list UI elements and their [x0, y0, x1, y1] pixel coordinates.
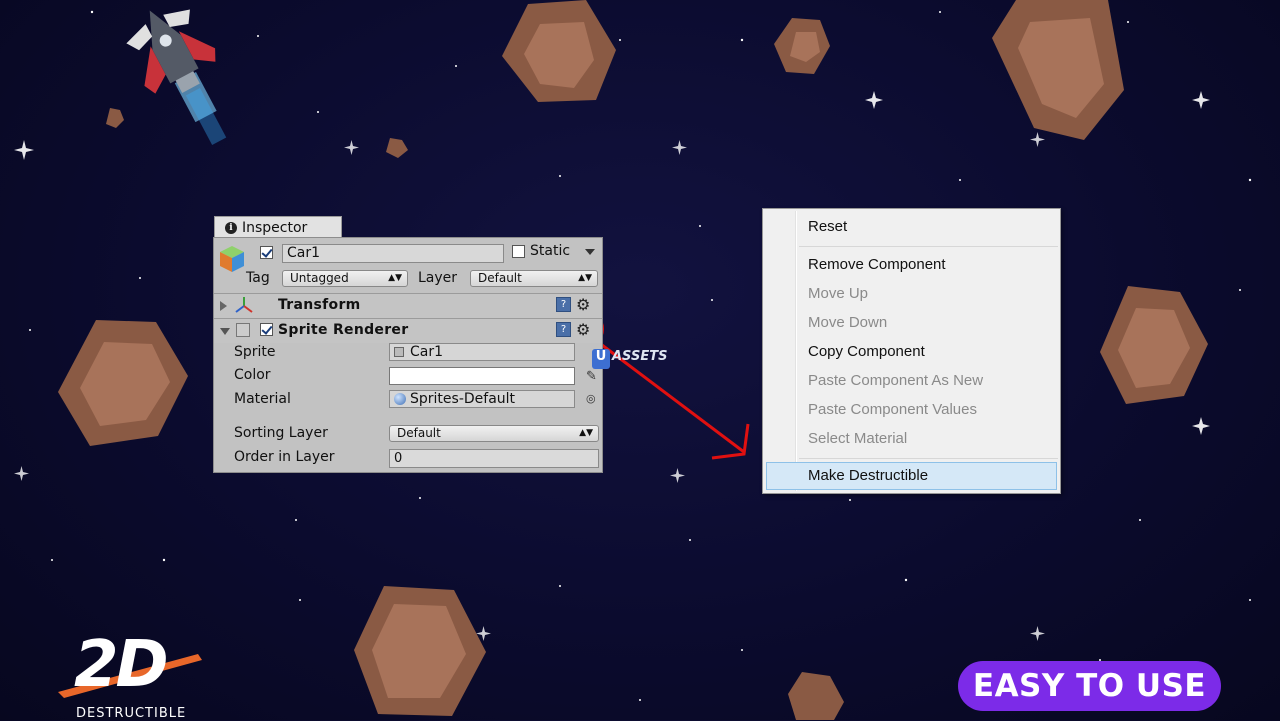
material-label: Material — [234, 391, 291, 407]
star — [1192, 91, 1210, 109]
menu-item-make-destructible[interactable]: Make Destructible — [808, 467, 928, 484]
star — [1030, 132, 1045, 147]
static-dropdown-arrow-icon[interactable] — [585, 249, 595, 255]
sprite-label: Sprite — [234, 344, 276, 360]
asteroid — [1100, 286, 1208, 404]
static-label: Static — [530, 243, 571, 259]
component-enabled-checkbox[interactable] — [260, 323, 273, 336]
transform-component-header[interactable]: Transform ? ⚙ — [214, 293, 602, 318]
sorting-layer-dropdown[interactable]: Default ▲▼ — [389, 425, 599, 442]
asteroid — [774, 18, 830, 74]
menu-separator — [799, 458, 1058, 459]
star — [865, 91, 883, 109]
menu-item-move-up[interactable]: Move Up — [808, 285, 868, 302]
gameobject-cube-icon — [220, 246, 244, 272]
sprite-renderer-title: Sprite Renderer — [278, 322, 409, 338]
foldout-collapsed-icon[interactable] — [220, 301, 227, 311]
menu-item-reset[interactable]: Reset — [808, 218, 847, 235]
order-in-layer-label: Order in Layer — [234, 449, 335, 465]
menu-separator — [799, 246, 1058, 247]
transform-axes-icon — [235, 297, 253, 313]
destructible-2d-logo: 2D — [74, 628, 169, 702]
asteroid — [788, 672, 844, 720]
asteroid — [354, 586, 486, 716]
eyedropper-icon[interactable]: ✎ — [586, 369, 597, 384]
transform-title: Transform — [278, 297, 361, 313]
star — [1192, 417, 1210, 435]
object-picker-icon[interactable]: ◎ — [586, 392, 596, 405]
menu-item-paste-component-values[interactable]: Paste Component Values — [808, 401, 977, 418]
star — [672, 140, 687, 155]
info-icon: i — [225, 221, 237, 234]
sprite-thumbnail-icon — [394, 347, 404, 357]
asteroid — [106, 108, 124, 128]
asteroid — [502, 0, 616, 102]
sprite-renderer-icon — [236, 323, 250, 337]
layer-dropdown[interactable]: Default ▲▼ — [470, 270, 598, 287]
menu-item-remove-component[interactable]: Remove Component — [808, 256, 946, 273]
star — [1030, 626, 1045, 641]
sorting-layer-value: Default — [397, 426, 441, 440]
asteroid — [386, 138, 408, 158]
star — [14, 466, 29, 481]
asteroid — [992, 0, 1124, 140]
spaceship — [126, 9, 227, 145]
sprite-renderer-component-header[interactable]: Sprite Renderer ? ⚙ — [214, 318, 602, 343]
object-name-field[interactable]: Car1 — [282, 244, 504, 263]
tag-value: Untagged — [290, 271, 349, 285]
sprite-field[interactable]: Car1 — [389, 343, 575, 361]
tab-inspector-label: Inspector — [242, 219, 308, 236]
menu-item-copy-component[interactable]: Copy Component — [808, 343, 925, 360]
static-checkbox[interactable] — [512, 245, 525, 258]
component-context-menu: Reset Remove Component Move Up Move Down… — [762, 208, 1061, 494]
menu-item-select-material[interactable]: Select Material — [808, 430, 907, 447]
updown-icon: ▲▼ — [388, 273, 402, 283]
gear-icon[interactable]: ⚙ — [576, 295, 590, 314]
watermark-text: ASSETS — [612, 349, 668, 364]
material-field[interactable]: Sprites-Default — [389, 390, 575, 408]
star — [14, 140, 34, 160]
inspector-panel: Car1 Static Tag Untagged ▲▼ Layer Defaul… — [213, 237, 603, 473]
material-sphere-icon — [394, 393, 406, 405]
help-book-icon[interactable]: ? — [556, 297, 571, 312]
logo-subtitle: DESTRUCTIBLE — [76, 706, 187, 721]
sprite-value: Car1 — [410, 344, 444, 360]
watermark-u-logo: U — [592, 349, 610, 369]
sorting-layer-label: Sorting Layer — [234, 425, 328, 441]
menu-gutter — [795, 211, 797, 491]
menu-item-move-down[interactable]: Move Down — [808, 314, 887, 331]
color-label: Color — [234, 367, 271, 383]
menu-item-paste-component-as-new[interactable]: Paste Component As New — [808, 372, 983, 389]
color-swatch-field[interactable] — [389, 367, 575, 385]
layer-label: Layer — [418, 270, 458, 286]
tab-inspector[interactable]: i Inspector — [214, 216, 342, 238]
updown-icon: ▲▼ — [578, 273, 592, 283]
updown-icon: ▲▼ — [579, 428, 593, 438]
tag-label: Tag — [246, 270, 270, 286]
help-book-icon[interactable]: ? — [556, 322, 571, 337]
uassets-watermark: U ASSETS — [592, 349, 667, 369]
order-in-layer-field[interactable]: 0 — [389, 449, 599, 468]
foldout-expanded-icon[interactable] — [220, 328, 230, 335]
star — [670, 468, 685, 483]
gear-icon[interactable]: ⚙ — [576, 320, 590, 339]
material-value: Sprites-Default — [410, 391, 516, 407]
asteroid — [58, 320, 188, 446]
easy-to-use-badge: EASY TO USE — [958, 661, 1221, 711]
star — [344, 140, 359, 155]
layer-value: Default — [478, 271, 522, 285]
object-active-checkbox[interactable] — [260, 246, 273, 259]
tag-dropdown[interactable]: Untagged ▲▼ — [282, 270, 408, 287]
